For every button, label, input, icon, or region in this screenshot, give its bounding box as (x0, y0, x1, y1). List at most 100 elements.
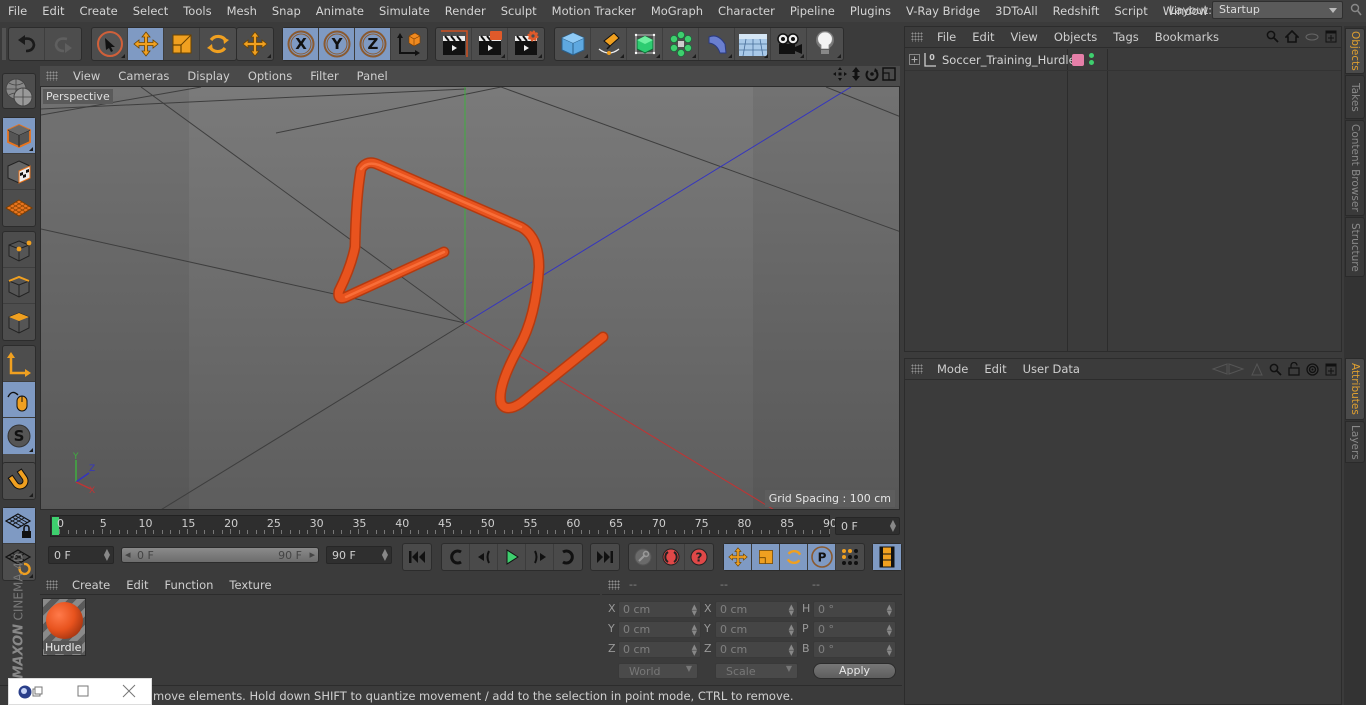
timeline-window-button[interactable] (873, 544, 901, 570)
apply-button[interactable]: Apply (813, 663, 896, 679)
tab-content-browser[interactable]: Content Browser (1345, 120, 1365, 216)
go-to-end-button[interactable] (591, 544, 619, 570)
recent-move-button[interactable] (237, 28, 273, 60)
material-menu-create[interactable]: Create (64, 578, 118, 592)
enable-snap-button[interactable] (3, 463, 35, 499)
snap-settings-button[interactable]: S (3, 418, 35, 454)
axis-mode-button[interactable] (3, 346, 35, 382)
previous-frame-button[interactable] (470, 544, 498, 570)
position-field[interactable]: 0 cm ▲ ▼ (618, 601, 701, 618)
attribute-menu-edit[interactable]: Edit (976, 362, 1014, 376)
search-icon[interactable] (1350, 3, 1362, 17)
search-icon[interactable] (1269, 363, 1282, 376)
size-field[interactable]: 0 cm ▲ ▼ (715, 621, 798, 638)
tab-takes[interactable]: Takes (1345, 75, 1365, 119)
panel-grip[interactable] (911, 32, 923, 42)
position-key-button[interactable] (724, 544, 752, 570)
maximize-icon[interactable] (77, 685, 89, 697)
record-active-objects-button[interactable] (629, 544, 657, 570)
lock-icon[interactable] (1288, 362, 1300, 376)
close-icon[interactable] (122, 684, 136, 698)
home-icon[interactable] (1285, 30, 1299, 43)
move-tool-button[interactable] (128, 28, 164, 60)
undo-button[interactable] (9, 28, 45, 60)
tab-attributes[interactable]: Attributes (1345, 358, 1365, 420)
render-to-picture-viewer-button[interactable] (472, 28, 508, 60)
menu-file[interactable]: File (0, 4, 34, 18)
viewport-menu-filter[interactable]: Filter (301, 69, 347, 83)
edges-mode-button[interactable] (3, 268, 35, 304)
expand-icon[interactable] (909, 54, 920, 65)
locked-workplane-button[interactable] (3, 508, 35, 544)
menu-3dtoall[interactable]: 3DToAll (987, 4, 1045, 18)
menu-redshift[interactable]: Redshift (1045, 4, 1107, 18)
y-axis-button[interactable]: Y (319, 28, 355, 60)
menu-pipeline[interactable]: Pipeline (782, 4, 842, 18)
coordinate-mode-dropdown[interactable]: World ▼ (618, 663, 698, 679)
material-menu-function[interactable]: Function (157, 578, 222, 592)
current-frame-field[interactable]: 0 F ▲ ▼ (835, 517, 900, 535)
object-menu-tags[interactable]: Tags (1105, 30, 1146, 44)
range-left-arrow-icon[interactable]: ◂ (125, 548, 131, 561)
position-field[interactable]: 0 cm ▲ ▼ (618, 641, 701, 658)
3d-viewport[interactable]: Y Z X Perspective Grid Spacing : 100 cm (40, 86, 900, 510)
end-frame-field[interactable]: 90 F ▲ ▼ (326, 546, 392, 564)
next-frame-button[interactable] (526, 544, 554, 570)
parameter-key-button[interactable]: P (808, 544, 836, 570)
menu-select[interactable]: Select (125, 4, 175, 18)
coordinate-type-dropdown[interactable]: Scale ▼ (715, 663, 798, 679)
material-menu-texture[interactable]: Texture (221, 578, 279, 592)
edit-render-settings-button[interactable] (508, 28, 544, 60)
rotation-field[interactable]: 0 ° ▲ ▼ (813, 641, 896, 658)
model-mode-button[interactable] (3, 118, 35, 154)
new-panel-icon[interactable] (1325, 363, 1337, 376)
menu-tools[interactable]: Tools (175, 4, 218, 18)
redo-button[interactable] (45, 28, 81, 60)
camera-label[interactable]: Perspective (43, 89, 113, 104)
tweak-mode-button[interactable] (3, 382, 35, 418)
points-mode-button[interactable] (3, 232, 35, 268)
search-icon[interactable] (1266, 30, 1279, 43)
light-button[interactable] (807, 28, 843, 60)
pen-spline-button[interactable] (591, 28, 627, 60)
menu-plugins[interactable]: Plugins (842, 4, 898, 18)
menu-snap[interactable]: Snap (264, 4, 308, 18)
next-key-button[interactable] (554, 544, 582, 570)
frame-range-slider[interactable]: ◂ 0 F 90 F ▸ (121, 547, 319, 563)
camera-button[interactable] (771, 28, 807, 60)
scale-key-button[interactable] (752, 544, 780, 570)
menu-motion-tracker[interactable]: Motion Tracker (544, 4, 643, 18)
orbit-icon[interactable] (865, 67, 879, 81)
menu-animate[interactable]: Animate (308, 4, 371, 18)
rotation-field[interactable]: 0 ° ▲ ▼ (813, 621, 896, 638)
rotate-tool-button[interactable] (200, 28, 236, 60)
menu-mograph[interactable]: MoGraph (643, 4, 710, 18)
render-visibility-dot[interactable] (1089, 60, 1094, 65)
menu-render[interactable]: Render (437, 4, 493, 18)
scale-tool-button[interactable] (164, 28, 200, 60)
polygons-mode-button[interactable] (3, 304, 35, 340)
menu-edit[interactable]: Edit (34, 4, 71, 18)
menu-mesh[interactable]: Mesh (219, 4, 264, 18)
object-menu-view[interactable]: View (1003, 30, 1046, 44)
viewport-menu-options[interactable]: Options (239, 69, 301, 83)
new-panel-icon[interactable] (1325, 30, 1337, 43)
render-view-button[interactable] (436, 28, 472, 60)
position-field[interactable]: 0 cm ▲ ▼ (618, 621, 701, 638)
floor-button[interactable] (735, 28, 771, 60)
size-field[interactable]: 0 cm ▲ ▼ (715, 601, 798, 618)
dolly-icon[interactable] (850, 67, 862, 81)
object-menu-file[interactable]: File (929, 30, 964, 44)
editor-visibility-dot[interactable] (1089, 53, 1094, 58)
tab-objects[interactable]: Objects (1345, 28, 1365, 74)
up-arrow-icon[interactable] (1251, 362, 1263, 376)
attribute-menu-user-data[interactable]: User Data (1015, 362, 1088, 376)
start-frame-field[interactable]: 0 F ▲ ▼ (48, 546, 114, 564)
workplane-mode-button[interactable] (3, 190, 35, 226)
material-menu-edit[interactable]: Edit (118, 578, 156, 592)
range-right-arrow-icon[interactable]: ▸ (309, 548, 315, 561)
layout-dropdown[interactable]: Startup (1212, 1, 1343, 19)
menu-script[interactable]: Script (1106, 4, 1154, 18)
point-level-key-button[interactable] (836, 544, 864, 570)
texture-mode-button[interactable] (3, 154, 35, 190)
